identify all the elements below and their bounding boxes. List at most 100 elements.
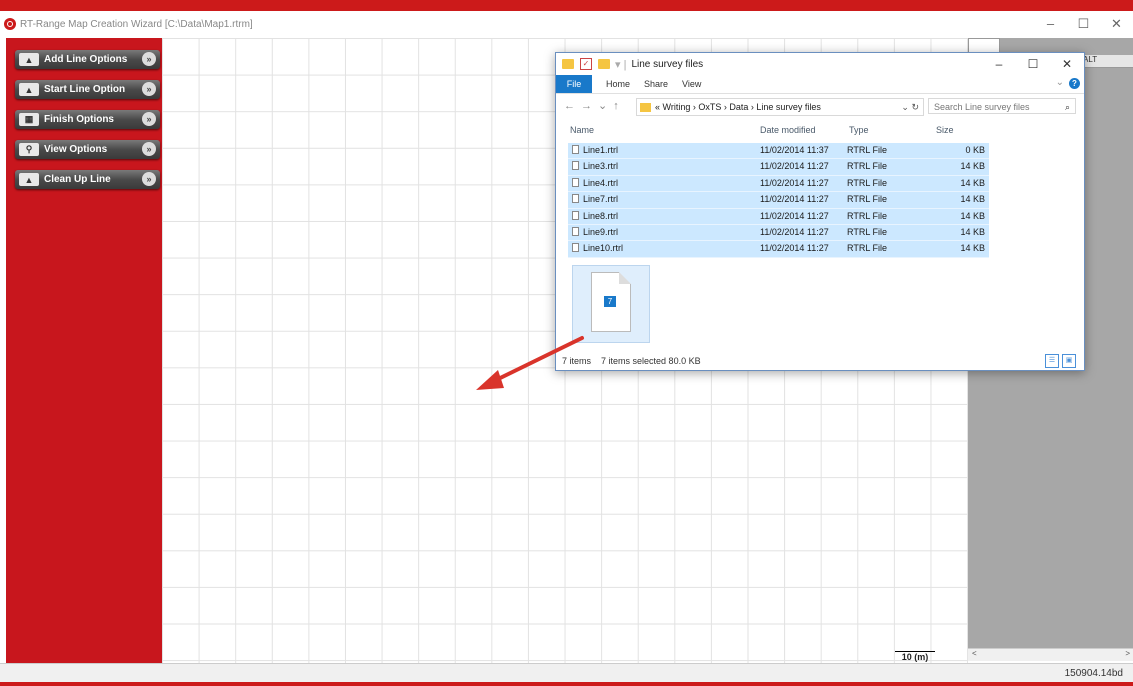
ribbon: File Home Share View ⌄ ? (556, 75, 1084, 94)
alt-column-header: ALT (1083, 55, 1098, 64)
close-button[interactable]: ✕ (1100, 11, 1133, 37)
file-name: Line7.rtrl (583, 194, 619, 205)
tab-view[interactable]: View (682, 79, 701, 89)
chevron-down-icon[interactable]: » (142, 172, 156, 186)
file-row[interactable]: Line9.rtrl 11/02/2014 11:27 RTRL File 14 KB (568, 224, 989, 242)
column-date[interactable]: Date modified (760, 125, 816, 135)
breadcrumb-data[interactable]: Data (729, 99, 748, 115)
scale-bar: 10 (m) (895, 651, 935, 662)
file-row[interactable]: Line3.rtrl 11/02/2014 11:27 RTRL File 14 KB (568, 159, 989, 176)
sidebar: ▲ Add Line Options » ▲ Start Line Option… (6, 38, 162, 663)
drag-count-badge: 7 (604, 296, 616, 307)
magnifier-icon: ⚲ (19, 143, 39, 156)
road-icon: ▲ (19, 53, 39, 66)
expand-ribbon-icon[interactable]: ⌄ (1056, 77, 1064, 88)
start-line-option-button[interactable]: ▲ Start Line Option » (15, 80, 160, 99)
scroll-right-icon[interactable]: > (1125, 649, 1130, 658)
road-icon: ▲ (19, 83, 39, 96)
finish-options-button[interactable]: ▦ Finish Options » (15, 110, 160, 129)
search-input[interactable]: Search Line survey files ⌕ (928, 98, 1076, 114)
breadcrumb-current[interactable]: Line survey files (756, 99, 821, 115)
new-folder-icon[interactable] (598, 59, 610, 69)
folder-icon (562, 59, 574, 69)
column-headers: Name Date modified Type Size (556, 123, 1084, 137)
folder-icon (640, 102, 651, 112)
tab-file[interactable]: File (556, 75, 592, 93)
help-icon[interactable]: ? (1069, 78, 1080, 89)
file-icon (572, 145, 579, 154)
refresh-icon[interactable]: ⌄ ↻ (901, 99, 919, 115)
file-row[interactable]: Line7.rtrl 11/02/2014 11:27 RTRL File 14 KB (568, 192, 989, 209)
file-type: RTRL File (847, 210, 888, 221)
horizontal-scrollbar[interactable]: < > (968, 648, 1133, 661)
file-explorer-window[interactable]: ✓ ▾ | Line survey files – ☐ ✕ File Home … (555, 52, 1085, 371)
button-label: Add Line Options (44, 54, 128, 65)
explorer-status-bar: 7 items 7 items selected 80.0 KB ☰ ▣ (556, 353, 1084, 369)
explorer-minimize-button[interactable]: – (982, 53, 1016, 75)
file-icon (572, 243, 579, 253)
button-label: Start Line Option (44, 84, 126, 95)
tab-home[interactable]: Home (606, 79, 630, 89)
column-type[interactable]: Type (849, 125, 869, 135)
address-bar[interactable]: « Writing › OxTS › Data › Line survey fi… (636, 98, 924, 116)
file-date: 11/02/2014 11:27 (760, 194, 829, 205)
file-name: Line1.rtrl (583, 145, 619, 155)
file-size: 0 KB (965, 145, 985, 155)
file-size: 14 KB (960, 161, 985, 172)
properties-icon[interactable]: ✓ (580, 58, 592, 70)
chevron-down-icon[interactable]: » (142, 52, 156, 66)
maximize-button[interactable]: ☐ (1067, 11, 1100, 37)
dropdown-icon[interactable]: ▾ | (615, 58, 626, 71)
file-date: 11/02/2014 11:27 (760, 161, 829, 172)
file-type: RTRL File (847, 145, 888, 155)
file-type: RTRL File (847, 161, 888, 172)
file-type: RTRL File (847, 226, 888, 237)
minimize-button[interactable]: – (1034, 11, 1067, 37)
column-name[interactable]: Name (570, 125, 594, 135)
file-date: 11/02/2014 11:37 (760, 145, 829, 155)
file-icon (572, 161, 579, 171)
chevron-down-icon[interactable]: » (142, 112, 156, 126)
app-title: RT-Range Map Creation Wizard [C:\Data\Ma… (20, 18, 253, 30)
file-name: Line3.rtrl (583, 161, 619, 172)
status-bar: 150904.14bd (0, 663, 1133, 683)
file-date: 11/02/2014 11:27 (760, 210, 829, 221)
breadcrumb-writing[interactable]: Writing (663, 99, 691, 115)
column-size[interactable]: Size (936, 125, 954, 135)
chevron-down-icon[interactable]: » (142, 82, 156, 96)
file-icon (572, 210, 579, 220)
scroll-left-icon[interactable]: < (972, 649, 977, 658)
view-options-button[interactable]: ⚲ View Options » (15, 140, 160, 159)
explorer-maximize-button[interactable]: ☐ (1016, 53, 1050, 75)
add-line-options-button[interactable]: ▲ Add Line Options » (15, 50, 160, 69)
file-size: 14 KB (960, 177, 985, 188)
file-date: 11/02/2014 11:27 (760, 243, 829, 254)
top-accent-stripe (0, 0, 1133, 11)
clean-up-line-button[interactable]: ▲ Clean Up Line » (15, 170, 160, 189)
button-label: Finish Options (44, 114, 114, 125)
breadcrumb-oxts[interactable]: OxTS (698, 99, 721, 115)
details-view-icon[interactable]: ☰ (1045, 354, 1059, 368)
file-size: 14 KB (960, 194, 985, 205)
file-row[interactable]: Line4.rtrl 11/02/2014 11:27 RTRL File 14 KB (568, 175, 989, 193)
navigation-arrows[interactable]: ←→⌄↑ (564, 99, 625, 112)
file-icon (572, 226, 579, 236)
drag-direction-arrow (476, 336, 584, 390)
address-row: ←→⌄↑ « Writing › OxTS › Data › Line surv… (556, 97, 1084, 117)
file-row[interactable]: Line8.rtrl 11/02/2014 11:27 RTRL File 14 KB (568, 208, 989, 225)
large-icons-view-icon[interactable]: ▣ (1062, 354, 1076, 368)
chevron-down-icon[interactable]: » (142, 142, 156, 156)
file-icon (572, 194, 579, 204)
file-icon (572, 177, 579, 187)
tab-share[interactable]: Share (644, 79, 668, 89)
selection-info: 7 items selected 80.0 KB (601, 356, 701, 366)
road-icon: ▲ (19, 173, 39, 186)
explorer-close-button[interactable]: ✕ (1050, 53, 1084, 75)
file-row[interactable]: Line10.rtrl 11/02/2014 11:27 RTRL File 14 K… (568, 241, 989, 258)
file-type: RTRL File (847, 243, 888, 254)
file-row[interactable]: Line1.rtrl 11/02/2014 11:37 RTRL File 0 KB (568, 143, 989, 160)
bottom-accent-stripe (0, 682, 1133, 686)
breadcrumb-overflow[interactable]: « (655, 99, 660, 115)
button-label: View Options (44, 144, 108, 155)
file-name: Line10.rtrl (583, 243, 624, 254)
